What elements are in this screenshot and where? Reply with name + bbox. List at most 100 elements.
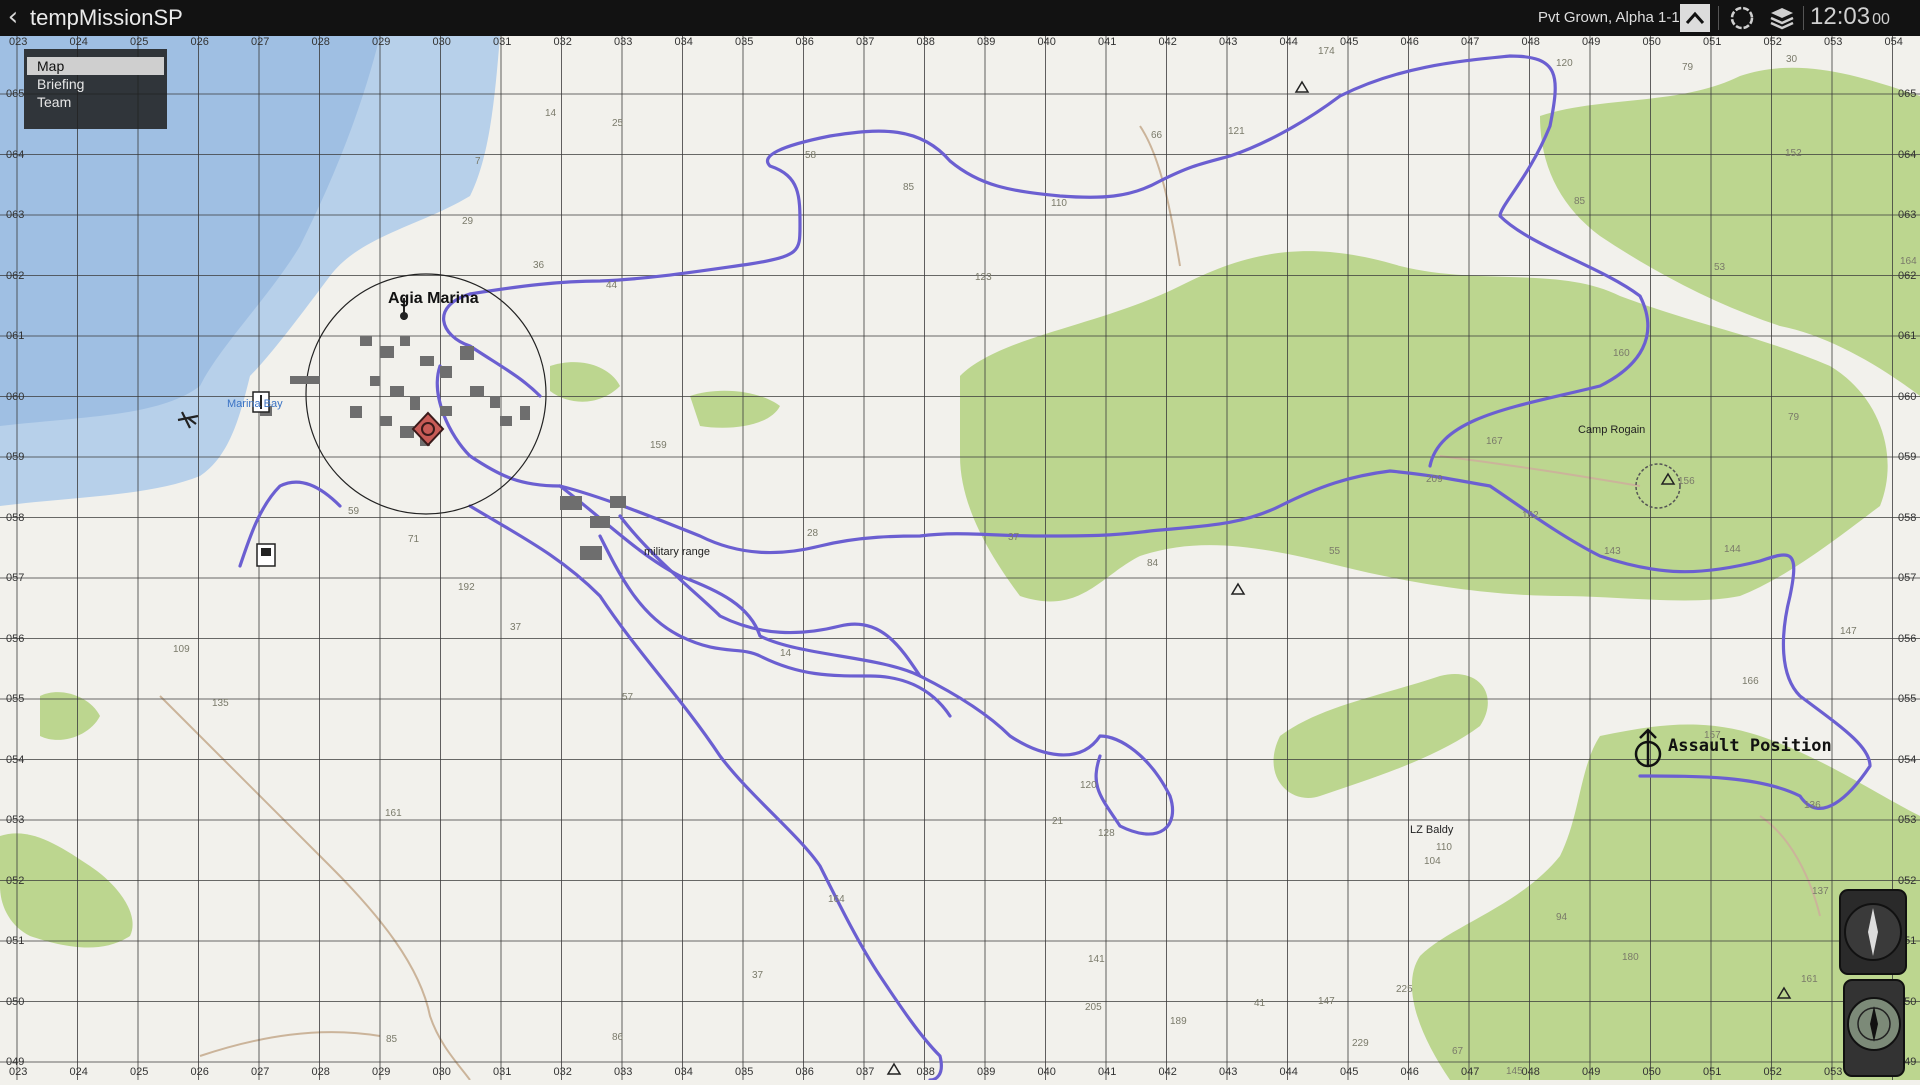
town-label-agia-marina: Agia Marina [388, 290, 479, 307]
elevation-label: 53 [1714, 262, 1726, 273]
elevation-label: 136 [1804, 800, 1821, 811]
elevation-label: 37 [752, 970, 764, 981]
grid-label-y: 058 [1898, 511, 1917, 524]
grid-label-y: 051 [6, 935, 25, 947]
grid-label-x: 043 [1219, 36, 1238, 48]
elevation-label: 147 [1840, 626, 1857, 637]
grid-label-x: 030 [432, 1066, 451, 1078]
grid-label-y: 052 [6, 874, 25, 887]
grid-label-x: 048 [1521, 36, 1540, 48]
map-menu-panel: Map Briefing Team [24, 49, 167, 129]
menu-item-map[interactable]: Map [27, 57, 164, 75]
objective-marker[interactable] [411, 411, 445, 447]
elevation-label: 162 [1522, 510, 1539, 521]
grid-label-x: 023 [9, 36, 28, 48]
grid-label-x: 028 [311, 36, 330, 48]
menu-item-briefing[interactable]: Briefing [27, 75, 164, 93]
grid-label-x: 054 [1884, 36, 1903, 48]
elevation-label: 59 [348, 506, 360, 517]
elevation-label: 145 [1506, 1066, 1523, 1077]
elevation-label: 110 [1051, 198, 1067, 209]
elevation-label: 109 [173, 644, 190, 655]
back-button[interactable]: ‹ [2, 4, 24, 32]
elevation-label: 120 [1556, 58, 1573, 69]
map-canvas[interactable] [0, 36, 1920, 1080]
grid-label-x: 027 [251, 1066, 270, 1078]
grid-label-x: 044 [1279, 36, 1298, 48]
grid-label-y: 058 [6, 511, 25, 524]
grid-label-y: 060 [6, 390, 25, 403]
grid-label-y: 050 [6, 995, 25, 1008]
grid-label-x: 025 [130, 1066, 149, 1078]
layers-icon [1770, 8, 1794, 30]
grid-label-x: 038 [916, 36, 935, 48]
grid-label-y: 057 [1898, 572, 1917, 584]
grid-label-x: 036 [795, 36, 814, 48]
elevation-label: 58 [805, 150, 817, 161]
elevation-label: 121 [1228, 126, 1245, 137]
mission-title: tempMissionSP [30, 5, 183, 30]
map-view[interactable]: 023 023 024 024 025 025 026 026 027 027 028 028 029 0… [0, 36, 1920, 1080]
grid-label-x: 029 [372, 36, 391, 48]
elevation-label: 41 [1254, 998, 1266, 1009]
elevation-label: 25 [612, 118, 624, 129]
grid-label-x: 039 [977, 1066, 996, 1078]
elevation-label: 143 [1604, 546, 1621, 557]
grid-label-x: 037 [856, 36, 875, 48]
elevation-label: 57 [622, 692, 634, 703]
grid-label-x: 049 [1582, 1066, 1601, 1078]
grid-label-x: 032 [553, 36, 572, 48]
grid-label-y: 061 [1898, 330, 1917, 342]
elevation-label: 21 [1052, 816, 1064, 827]
elevation-label: 36 [533, 260, 545, 271]
range-label: military range [644, 546, 711, 558]
grid-label-x: 024 [69, 1066, 88, 1078]
gps-button[interactable] [1727, 4, 1757, 32]
grid-label-x: 042 [1158, 36, 1177, 48]
elevation-label: 55 [1329, 546, 1341, 557]
menu-item-team[interactable]: Team [27, 93, 164, 111]
grid-label-x: 034 [674, 36, 693, 48]
elevation-label: 164 [828, 894, 845, 905]
elevation-label: 85 [1574, 196, 1586, 207]
elevation-label: 160 [1613, 348, 1630, 359]
elevation-label: 37 [1008, 532, 1020, 543]
elevation-label: 14 [545, 108, 557, 119]
grid-label-x: 050 [1642, 1066, 1661, 1078]
elevation-label: 225 [1396, 984, 1413, 995]
elevation-label: 161 [385, 808, 402, 819]
grid-label-y: 054 [6, 753, 25, 766]
grid-label-x: 040 [1037, 36, 1056, 48]
elevation-label: 152 [1785, 148, 1802, 159]
toolbar-divider [1718, 6, 1719, 30]
elevation-label: 161 [1801, 974, 1818, 985]
grid-label-x: 051 [1703, 1066, 1722, 1078]
collapse-button[interactable] [1680, 4, 1710, 32]
elevation-label: 29 [462, 216, 474, 227]
grid-label-y: 057 [6, 572, 25, 584]
grid-label-x: 026 [190, 1066, 209, 1078]
elevation-label: 205 [1085, 1002, 1102, 1013]
chevron-up-icon [1685, 11, 1705, 24]
elevation-label: 189 [1170, 1016, 1187, 1027]
grid-label-x: 048 [1521, 1066, 1540, 1078]
elevation-label: 66 [1151, 130, 1163, 141]
gps-icon [1730, 6, 1754, 30]
elevation-label: 209 [1426, 474, 1443, 485]
elevation-label: 166 [1742, 676, 1759, 687]
grid-label-x: 033 [614, 36, 633, 48]
grid-label-x: 029 [372, 1066, 391, 1078]
elevation-label: 180 [1622, 952, 1639, 963]
bay-label: Marina Bay [227, 398, 283, 410]
grid-label-x: 035 [735, 1066, 754, 1078]
elevation-label: 135 [212, 698, 229, 709]
fuel-station-icon [256, 543, 276, 567]
grid-label-x: 033 [614, 1066, 633, 1078]
grid-label-x: 040 [1037, 1066, 1056, 1078]
layers-button[interactable] [1767, 4, 1797, 32]
grid-label-x: 050 [1642, 36, 1661, 48]
compass-widget[interactable] [1826, 884, 1916, 1080]
elevation-label: 147 [1318, 996, 1335, 1007]
grid-label-y: 063 [1898, 209, 1917, 221]
grid-label-y: 054 [1898, 753, 1917, 766]
